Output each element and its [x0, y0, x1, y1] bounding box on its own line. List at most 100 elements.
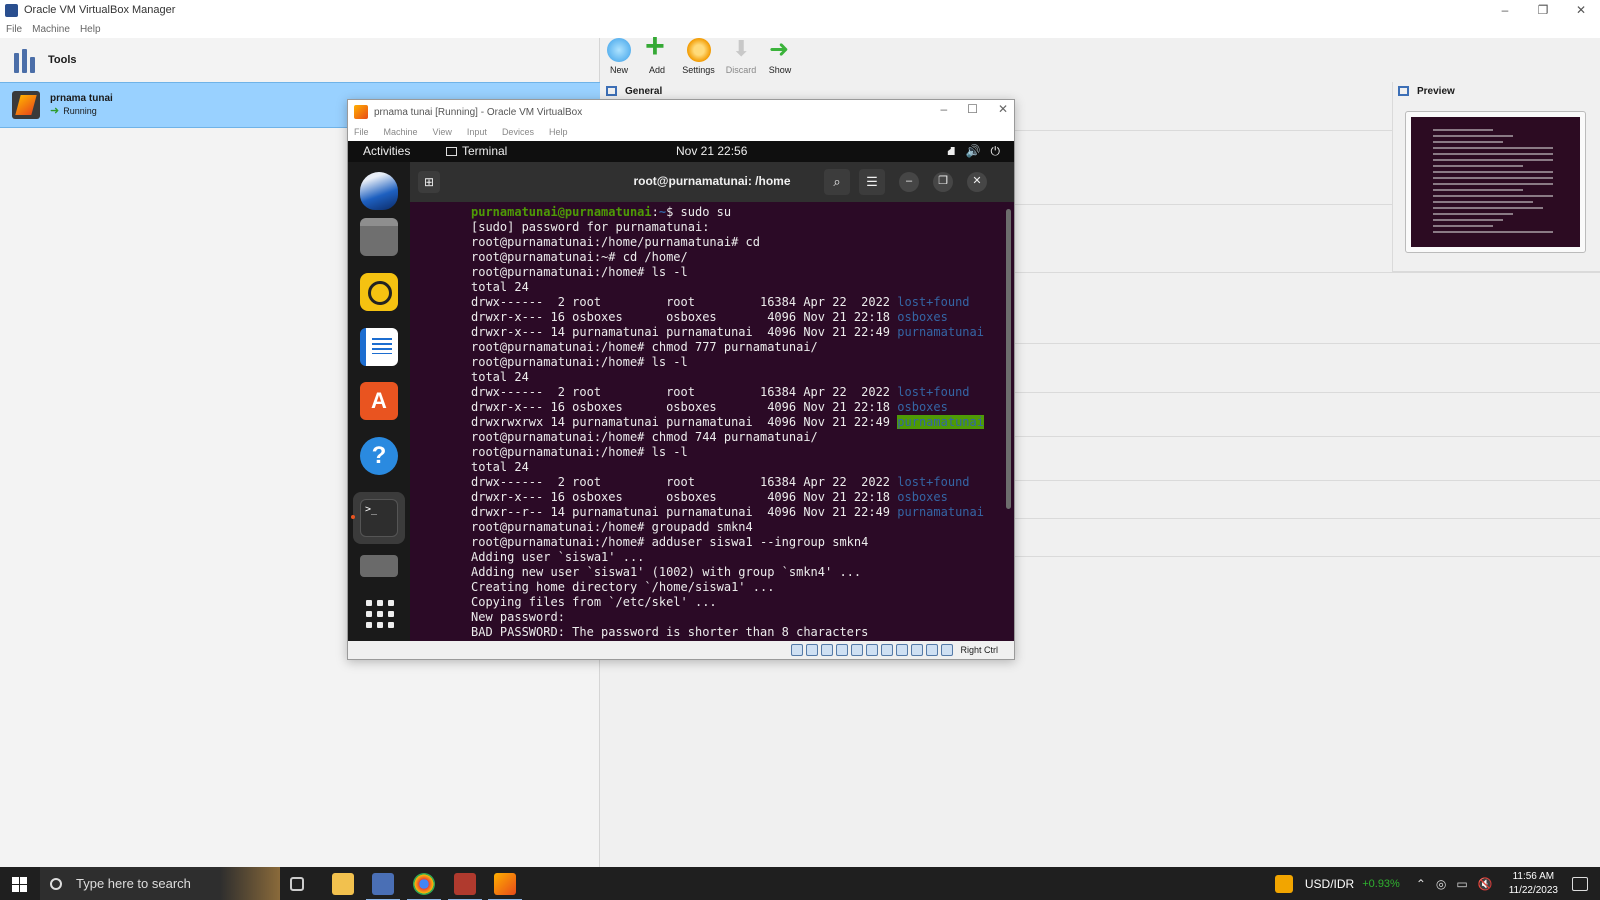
cpu-icon[interactable] [911, 644, 924, 656]
optical-icon[interactable] [806, 644, 819, 656]
vm-menu-machine[interactable]: Machine [384, 127, 418, 137]
rhythmbox-icon[interactable] [360, 273, 398, 311]
taskbar-clock[interactable]: 11:56 AM 11/22/2023 [1509, 870, 1558, 898]
prompt-path: ~ [658, 205, 667, 219]
dock: A ? >_ [348, 162, 410, 641]
chevron-up-icon[interactable]: ⌃ [1416, 877, 1426, 891]
help-icon[interactable]: ? [360, 437, 398, 475]
line-text: total 24 [471, 280, 529, 294]
vm-minimize-icon[interactable]: – [940, 102, 947, 116]
taskbar-date: 11/22/2023 [1508, 884, 1558, 896]
currency-change: +0.93% [1362, 877, 1400, 890]
general-section-header[interactable]: General [600, 82, 662, 100]
line-text: New password: [471, 610, 565, 624]
menu-icon[interactable]: ☰ [859, 169, 885, 195]
settings-button[interactable]: Settings [676, 38, 721, 82]
line-text: total 24 [471, 370, 529, 384]
usb-icon[interactable] [851, 644, 864, 656]
terminal-line: drwxr--r-- 14 purnamatunai purnamatunai … [471, 505, 1014, 520]
vm-taskbar-icon[interactable] [488, 873, 522, 900]
directory-name: lost+found [897, 295, 970, 309]
system-tray[interactable]: ⛘ 🔊 ⏻ [947, 144, 1000, 160]
restore-icon[interactable]: ❐ [1524, 0, 1562, 20]
keyboard-icon[interactable] [941, 644, 954, 656]
prompt-separator: : [651, 205, 659, 219]
line-text: drwxr-x--- 16 osboxes osboxes 4096 Nov 2… [471, 400, 898, 414]
network-tray-icon[interactable]: ▭ [1456, 877, 1467, 891]
activities-button[interactable]: Activities [363, 144, 410, 158]
discard-button[interactable]: Discard [721, 36, 761, 82]
app-menu[interactable]: Terminal [446, 144, 507, 158]
network-adapter-icon[interactable] [836, 644, 849, 656]
add-button[interactable]: Add [638, 29, 676, 82]
close-icon[interactable]: ✕ [1562, 0, 1600, 20]
vm-window-titlebar[interactable]: prnama tunai [Running] - Oracle VM Virtu… [348, 100, 1014, 124]
shared-folder-icon[interactable] [866, 644, 879, 656]
recording-icon[interactable] [896, 644, 909, 656]
line-text: drwxr-x--- 16 osboxes osboxes 4096 Nov 2… [471, 490, 898, 504]
audio-icon[interactable] [821, 644, 834, 656]
search-icon[interactable]: ⌕ [824, 169, 850, 195]
speaker-muted-icon[interactable]: 🔇 [1478, 877, 1493, 891]
software-store-icon[interactable]: A [360, 382, 398, 420]
terminal-line: root@purnamatunai:/home# ls -l [471, 355, 1014, 370]
show-apps-icon[interactable] [360, 594, 398, 632]
terminal-line: drwxr-x--- 16 osboxes osboxes 4096 Nov 2… [471, 490, 1014, 505]
terminal-app-icon [446, 146, 457, 156]
vm-status: ➜ Running [50, 104, 113, 117]
vm-window[interactable]: prnama tunai [Running] - Oracle VM Virtu… [347, 99, 1015, 660]
tools-item[interactable]: Tools [0, 38, 600, 82]
windows-start-icon[interactable] [12, 877, 27, 892]
webcam-icon[interactable]: ◎ [1436, 877, 1446, 891]
terminal-scrollbar[interactable] [1006, 209, 1011, 509]
thunderbird-icon[interactable] [360, 172, 398, 210]
writer-icon[interactable] [360, 328, 398, 366]
virtualbox-taskbar-icon[interactable] [366, 873, 400, 900]
hdd-icon[interactable] [791, 644, 804, 656]
terminal-restore-icon[interactable]: ❐ [933, 172, 953, 192]
show-button[interactable]: Show [761, 35, 799, 82]
app-grid-icon[interactable] [448, 873, 482, 900]
terminal-line: New password: [471, 610, 1014, 625]
terminal-line: root@purnamatunai:/home# ls -l [471, 445, 1014, 460]
notification-icon[interactable] [1572, 876, 1588, 891]
manager-window-controls: – ❐ ✕ [1486, 0, 1600, 20]
currency-pair[interactable]: USD/IDR [1305, 877, 1354, 891]
vm-menu-input[interactable]: Input [467, 127, 487, 137]
files-icon[interactable] [360, 218, 398, 256]
terminal-line: total 24 [471, 370, 1014, 385]
preview-section-header[interactable]: Preview [1392, 82, 1455, 100]
vm-menu-view[interactable]: View [433, 127, 452, 137]
vm-menu-file[interactable]: File [354, 127, 369, 137]
menu-machine[interactable]: Machine [32, 24, 70, 35]
terminal-output[interactable]: purnamatunai@purnamatunai:~$ sudo su [sud… [410, 202, 1014, 641]
menu-file[interactable]: File [6, 24, 22, 35]
line-text: root@purnamatunai:/home# ls -l [471, 265, 688, 279]
vm-maximize-icon[interactable]: ☐ [967, 102, 978, 116]
terminal-close-icon[interactable]: ✕ [967, 172, 987, 192]
directory-name: purnamatunai [897, 415, 984, 429]
terminal-line: Adding user `siswa1' ... [471, 550, 1014, 565]
add-label: Add [648, 65, 665, 75]
terminal-line: root@purnamatunai:/home# adduser siswa1 … [471, 535, 1014, 550]
vm-menu-help[interactable]: Help [549, 127, 568, 137]
minimize-icon[interactable]: – [1486, 0, 1524, 20]
file-explorer-icon[interactable] [332, 873, 354, 895]
clock[interactable]: Nov 21 22:56 [676, 144, 747, 158]
terminal-dock-icon[interactable]: >_ [360, 499, 398, 537]
display-icon[interactable] [881, 644, 894, 656]
new-button[interactable]: New [600, 38, 638, 82]
vm-close-icon[interactable]: ✕ [998, 102, 1008, 116]
terminal-minimize-icon[interactable]: – [899, 172, 919, 192]
chrome-icon[interactable] [407, 873, 441, 900]
vm-window-icon [354, 105, 368, 119]
search-placeholder: Type here to search [76, 876, 191, 891]
task-view-icon[interactable] [290, 877, 304, 891]
line-text: Adding user `siswa1' ... [471, 550, 645, 564]
menu-help[interactable]: Help [80, 24, 101, 35]
guest-screen[interactable]: Activities Terminal Nov 21 22:56 ⛘ 🔊 ⏻ A… [348, 141, 1014, 641]
vm-menu-devices[interactable]: Devices [502, 127, 534, 137]
mouse-integration-icon[interactable] [926, 644, 939, 656]
disk-icon[interactable] [360, 555, 398, 577]
terminal-line: root@purnamatunai:/home/purnamatunai# cd [471, 235, 1014, 250]
